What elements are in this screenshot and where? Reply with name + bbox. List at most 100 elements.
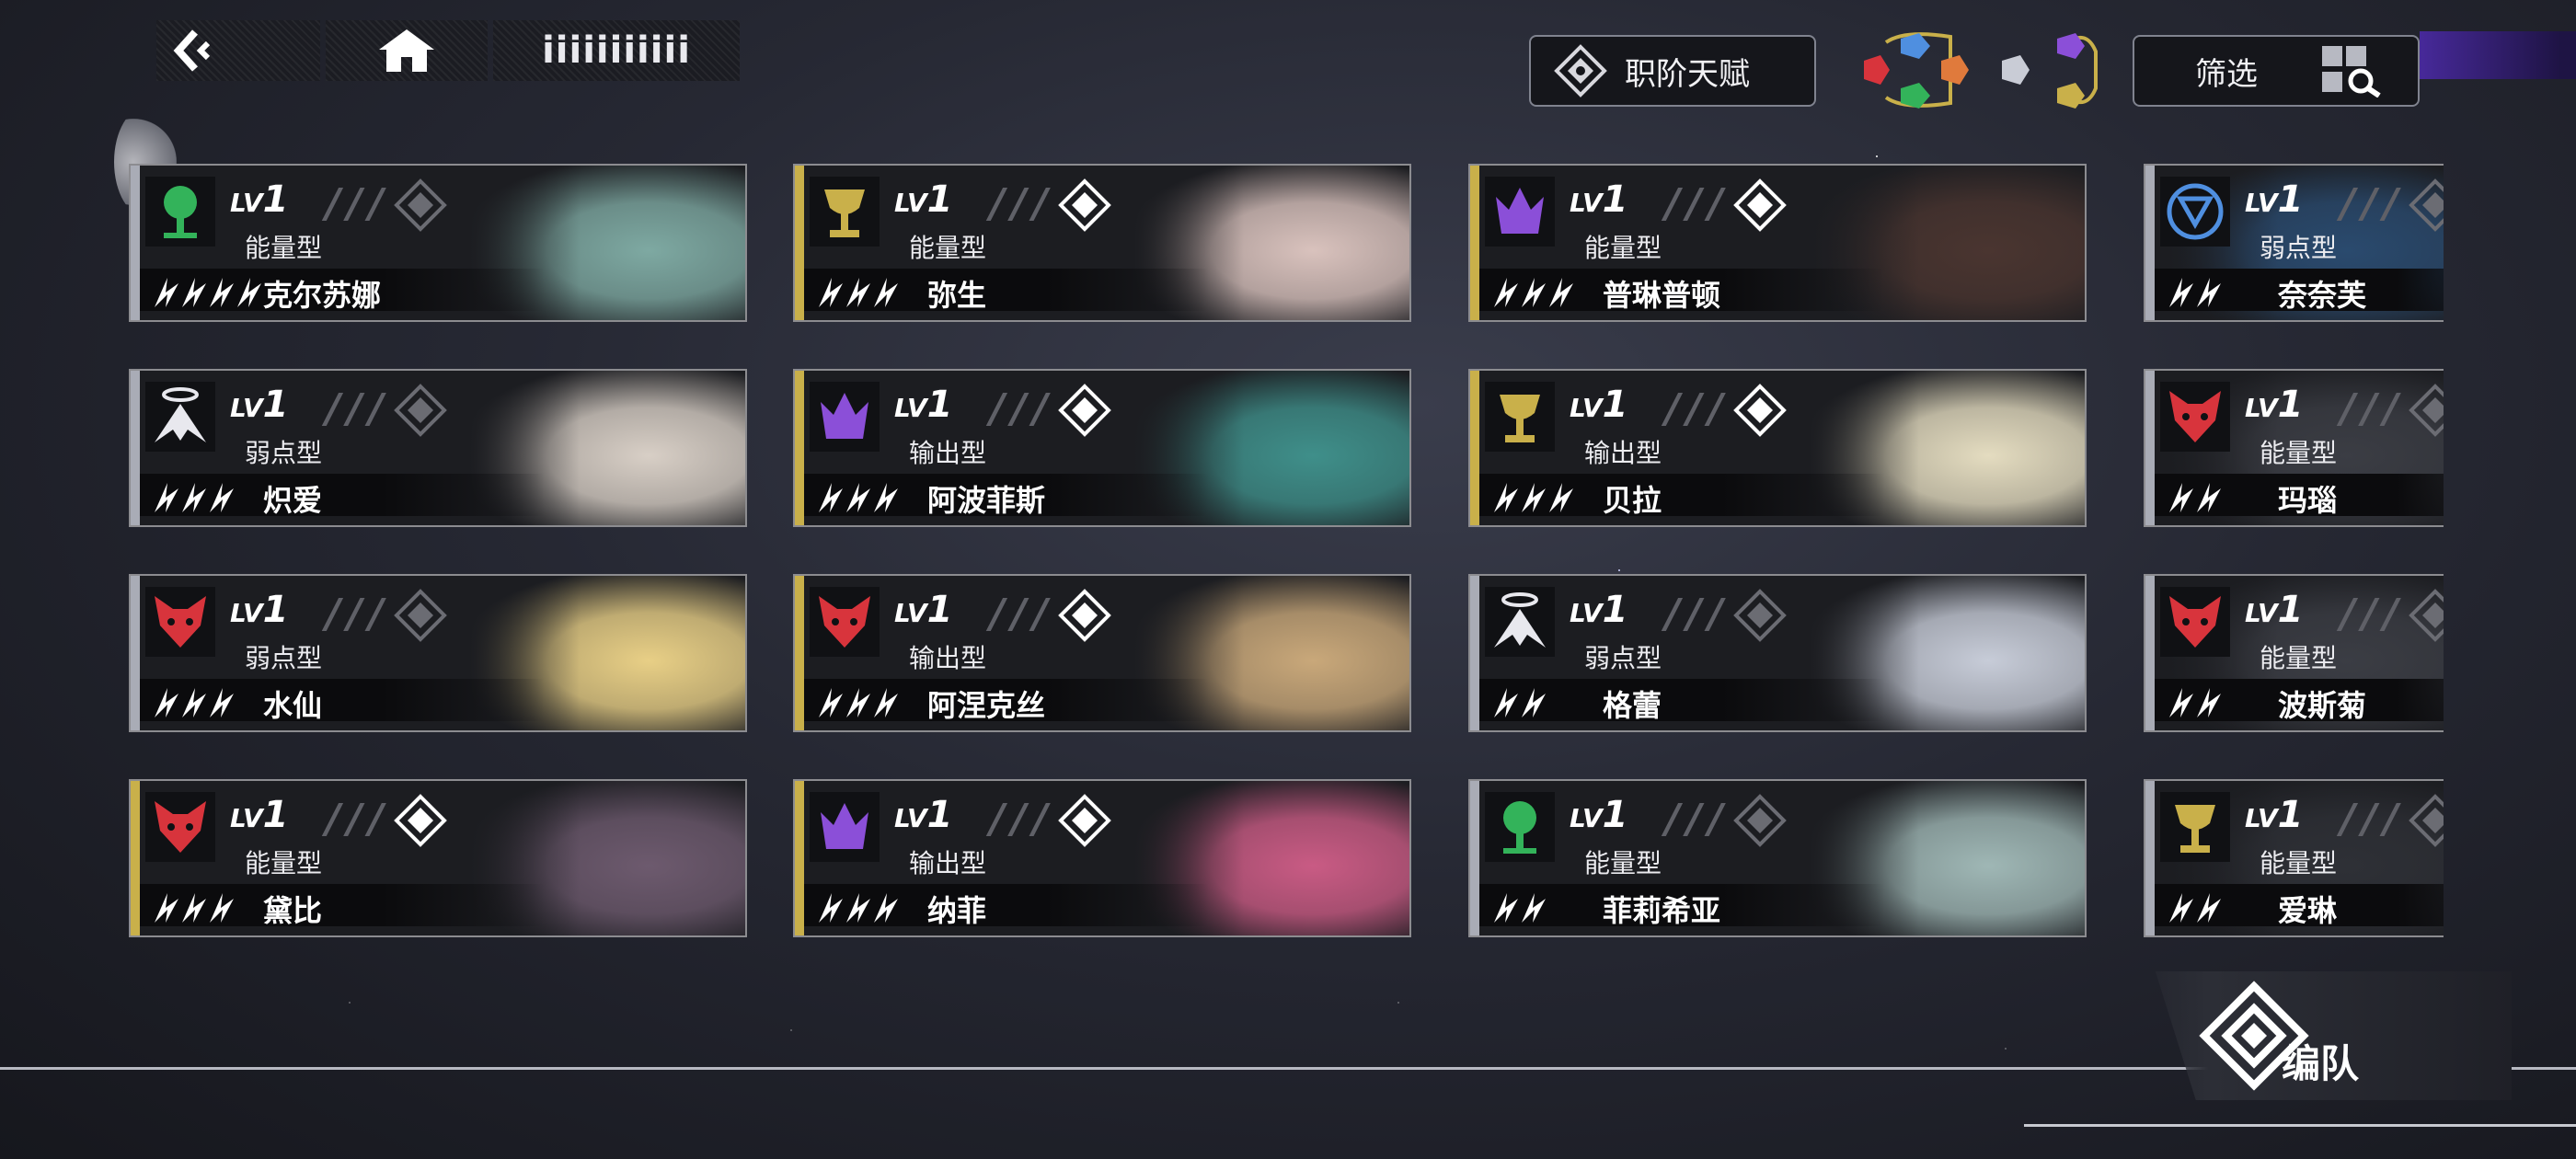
- team-formation-label: 编队: [2282, 1040, 2360, 1086]
- character-card[interactable]: LV1 / / / 能量型 爱琳: [2144, 779, 2444, 937]
- character-card[interactable]: LV1 / / / 能量型 弥生: [793, 164, 1411, 322]
- character-card[interactable]: LV1 / / / 能量型 克尔苏娜: [129, 164, 747, 322]
- rarity-wings-icon: [819, 688, 898, 717]
- talent-emblem-icon: [1554, 44, 1607, 98]
- rarity-mark: [874, 688, 898, 717]
- character-card[interactable]: LV1 / / / 能量型 菲莉希亚: [1468, 779, 2087, 937]
- character-type: 能量型: [2260, 438, 2338, 468]
- character-card[interactable]: LV1 / / / 输出型 贝拉: [1468, 369, 2087, 527]
- rarity-wings-icon: [819, 278, 898, 307]
- rank-diamond-icon: [394, 384, 447, 437]
- level-value: 1: [2277, 589, 2304, 631]
- rank-slashes: / / /: [2340, 180, 2398, 227]
- level-indicator: LV1: [1570, 384, 1628, 426]
- character-name: 阿涅克丝: [927, 688, 1046, 723]
- level-indicator: LV1: [2245, 178, 2304, 221]
- character-card[interactable]: LV1 / / / 弱点型 格蕾: [1468, 574, 2087, 732]
- level-indicator: LV1: [1570, 794, 1628, 836]
- rarity-wings-icon: [2169, 278, 2221, 307]
- rarity-mark: [210, 278, 234, 307]
- shield-icon: [2167, 183, 2224, 240]
- level-value: 1: [926, 384, 953, 426]
- rarity-mark: [2197, 688, 2221, 717]
- level-prefix: LV: [230, 393, 263, 423]
- chalice-icon: [824, 189, 865, 237]
- rarity-wings-icon: [155, 893, 234, 923]
- character-type: 能量型: [2260, 643, 2338, 673]
- rarity-mark: [1549, 278, 1573, 307]
- character-type: 能量型: [2260, 848, 2338, 878]
- rank-diamond-icon: [394, 178, 447, 232]
- rarity-mark: [1522, 483, 1546, 512]
- team-formation-button[interactable]: 编队: [2155, 971, 2512, 1100]
- level-prefix: LV: [230, 598, 263, 628]
- rank-diamond-icon: [1733, 384, 1787, 437]
- wolf-icon: [155, 596, 206, 648]
- rarity-mark: [2169, 278, 2193, 307]
- rank-diamond-icon: [2409, 794, 2444, 847]
- character-card[interactable]: LV1 / / / 弱点型 炽爱: [129, 369, 747, 527]
- level-value: 1: [262, 794, 289, 836]
- level-value: 1: [262, 384, 289, 426]
- character-type: 输出型: [1584, 438, 1662, 468]
- rarity-mark: [2197, 278, 2221, 307]
- element-filter-wheel[interactable]: [1849, 24, 2125, 116]
- character-type: 能量型: [245, 848, 323, 878]
- list-view-button[interactable]: iiiiiiiiiii: [493, 20, 740, 81]
- character-card[interactable]: LV1 / / / 输出型 阿波菲斯: [793, 369, 1411, 527]
- rarity-wings-icon: [1494, 893, 1546, 923]
- character-card[interactable]: LV1 / / / 能量型 普琳普顿: [1468, 164, 2087, 322]
- rarity-mark: [1549, 483, 1573, 512]
- frame-accent: [131, 781, 140, 935]
- rarity-wings-icon: [155, 483, 234, 512]
- tree-icon: [164, 186, 197, 238]
- rarity-wings-icon: [155, 278, 261, 307]
- class-talent-button[interactable]: 职阶天赋: [1529, 35, 1816, 107]
- frame-accent: [1470, 576, 1479, 730]
- level-indicator: LV1: [230, 384, 289, 426]
- level-value: 1: [2277, 178, 2304, 221]
- rarity-mark: [819, 893, 843, 923]
- frame-accent: [795, 371, 804, 525]
- element-badge: [1485, 792, 1555, 862]
- level-prefix: LV: [1570, 188, 1603, 218]
- element-badge: [1485, 382, 1555, 452]
- level-indicator: LV1: [2245, 794, 2304, 836]
- filter-button[interactable]: 筛选: [2133, 35, 2420, 107]
- rarity-mark: [819, 278, 843, 307]
- level-value: 1: [1602, 178, 1628, 221]
- rank-slashes: / / /: [990, 180, 1048, 227]
- level-value: 1: [926, 178, 953, 221]
- rarity-mark: [819, 483, 843, 512]
- frame-accent: [2145, 781, 2155, 935]
- rank-slashes: / / /: [2340, 385, 2398, 432]
- character-card[interactable]: LV1 / / / 输出型 阿涅克丝: [793, 574, 1411, 732]
- level-value: 1: [2277, 794, 2304, 836]
- character-card[interactable]: LV1 / / / 能量型 黛比: [129, 779, 747, 937]
- rarity-mark: [819, 688, 843, 717]
- character-type: 弱点型: [245, 438, 323, 468]
- character-type: 能量型: [245, 233, 323, 263]
- rank-slashes: / / /: [1665, 180, 1723, 227]
- level-prefix: LV: [894, 393, 927, 423]
- rarity-wings-icon: [1494, 688, 1546, 717]
- element-badge: [145, 587, 215, 657]
- rarity-wings-icon: [819, 483, 898, 512]
- frame-accent: [131, 166, 140, 320]
- character-card[interactable]: LV1 / / / 弱点型 奈奈芙: [2144, 164, 2444, 322]
- rarity-mark: [1494, 893, 1518, 923]
- rarity-mark: [2169, 688, 2193, 717]
- rarity-mark: [1494, 278, 1518, 307]
- character-name: 纳菲: [927, 893, 987, 928]
- character-card[interactable]: LV1 / / / 输出型 纳菲: [793, 779, 1411, 937]
- character-card[interactable]: LV1 / / / 能量型 波斯菊: [2144, 574, 2444, 732]
- home-button[interactable]: [326, 20, 488, 81]
- character-card[interactable]: LV1 / / / 弱点型 水仙: [129, 574, 747, 732]
- frame-accent: [1470, 371, 1479, 525]
- character-card[interactable]: LV1 / / / 能量型 玛瑙: [2144, 369, 2444, 527]
- frame-accent: [795, 576, 804, 730]
- level-indicator: LV1: [894, 794, 953, 836]
- rarity-mark: [2169, 893, 2193, 923]
- back-button[interactable]: [156, 20, 320, 81]
- rarity-mark: [182, 688, 206, 717]
